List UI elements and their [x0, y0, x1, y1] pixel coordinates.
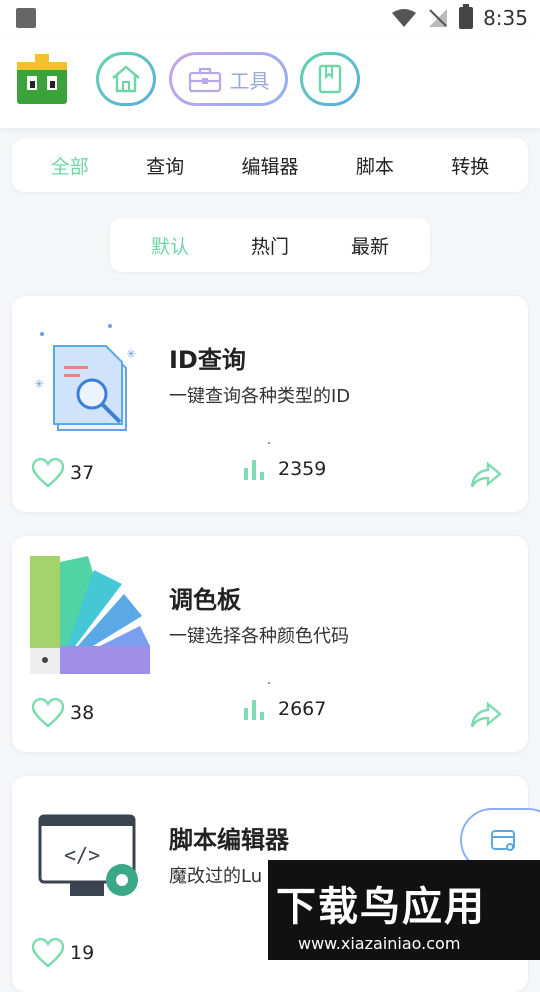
svg-text:✳: ✳ — [126, 347, 136, 361]
tab-script[interactable]: 脚本 — [356, 152, 394, 179]
top-nav-bar: 工具 — [0, 36, 540, 128]
category-tabs: 全部 查询 编辑器 脚本 转换 — [12, 138, 528, 192]
tool-card-palette[interactable]: 调色板 一键选择各种颜色代码 38 2667 — [12, 536, 528, 752]
tab-query[interactable]: 查询 — [146, 152, 184, 179]
clock: 8:35 — [483, 6, 528, 30]
status-bar: 8:35 — [0, 0, 540, 36]
share-icon[interactable] — [470, 460, 502, 490]
card-description: 魔改过的Lu — [169, 866, 263, 887]
card-description: 一键选择各种颜色代码 — [169, 626, 349, 647]
like-count: 38 — [70, 702, 95, 724]
card-footer: 37 2359 — [32, 458, 512, 494]
code-editor-icon: </> — [38, 814, 138, 896]
tab-all[interactable]: 全部 — [51, 152, 89, 179]
sort-default[interactable]: 默认 — [151, 232, 189, 259]
card-description: 一键查询各种类型的ID — [169, 386, 351, 407]
status-icons: 8:35 — [391, 4, 528, 30]
like-button[interactable]: 37 — [32, 458, 94, 488]
card-title: 脚本编辑器 — [169, 826, 289, 854]
divider-dot — [268, 442, 270, 444]
sort-hot[interactable]: 热门 — [251, 232, 289, 259]
card-footer: 38 2667 — [32, 698, 512, 734]
heart-icon — [32, 698, 64, 728]
view-count: 2359 — [278, 458, 327, 480]
tab-convert[interactable]: 转换 — [451, 152, 489, 179]
toolbox-icon — [188, 67, 221, 93]
tool-card-id-query[interactable]: ✳ ✳ ID查询 一键查询各种类型的ID 37 2359 — [12, 296, 528, 512]
no-signal-icon — [429, 9, 448, 27]
divider-dot — [268, 682, 270, 684]
bar-chart-icon — [244, 700, 264, 720]
share-icon[interactable] — [470, 700, 502, 730]
like-button[interactable]: 19 — [32, 938, 94, 968]
home-button[interactable] — [96, 52, 156, 106]
book-button[interactable] — [300, 52, 360, 106]
svg-text:</>: </> — [64, 843, 100, 867]
watermark-title: 下载鸟应用 — [276, 884, 486, 930]
battery-icon — [459, 4, 474, 29]
view-count: 2667 — [278, 698, 327, 720]
like-count: 37 — [70, 462, 95, 484]
wifi-icon — [392, 9, 417, 27]
like-button[interactable]: 38 — [32, 698, 94, 728]
tools-label: 工具 — [229, 68, 270, 93]
watermark-url: www.xiazainiao.com — [298, 934, 461, 953]
like-count: 19 — [70, 942, 95, 964]
bar-chart-icon — [244, 460, 264, 480]
gallery-notification-icon — [16, 8, 36, 28]
tools-button[interactable]: 工具 — [169, 52, 288, 106]
watermark: 下载鸟应用 www.xiazainiao.com — [268, 860, 540, 960]
document-search-icon: ✳ ✳ — [34, 324, 136, 431]
view-stats: 2667 — [242, 698, 326, 720]
sort-newest[interactable]: 最新 — [351, 232, 389, 259]
heart-icon — [32, 938, 64, 968]
card-title: 调色板 — [169, 586, 241, 614]
sort-tabs: 默认 热门 最新 — [110, 218, 430, 272]
heart-icon — [32, 458, 64, 488]
card-icon — [491, 830, 515, 851]
book-icon — [318, 64, 342, 94]
svg-text:✳: ✳ — [34, 377, 44, 391]
view-stats: 2359 — [242, 458, 326, 480]
home-icon — [112, 65, 140, 93]
color-palette-icon — [30, 556, 150, 674]
app-logo-icon[interactable] — [17, 54, 67, 104]
card-title: ID查询 — [169, 346, 246, 374]
tab-editor[interactable]: 编辑器 — [241, 152, 298, 179]
